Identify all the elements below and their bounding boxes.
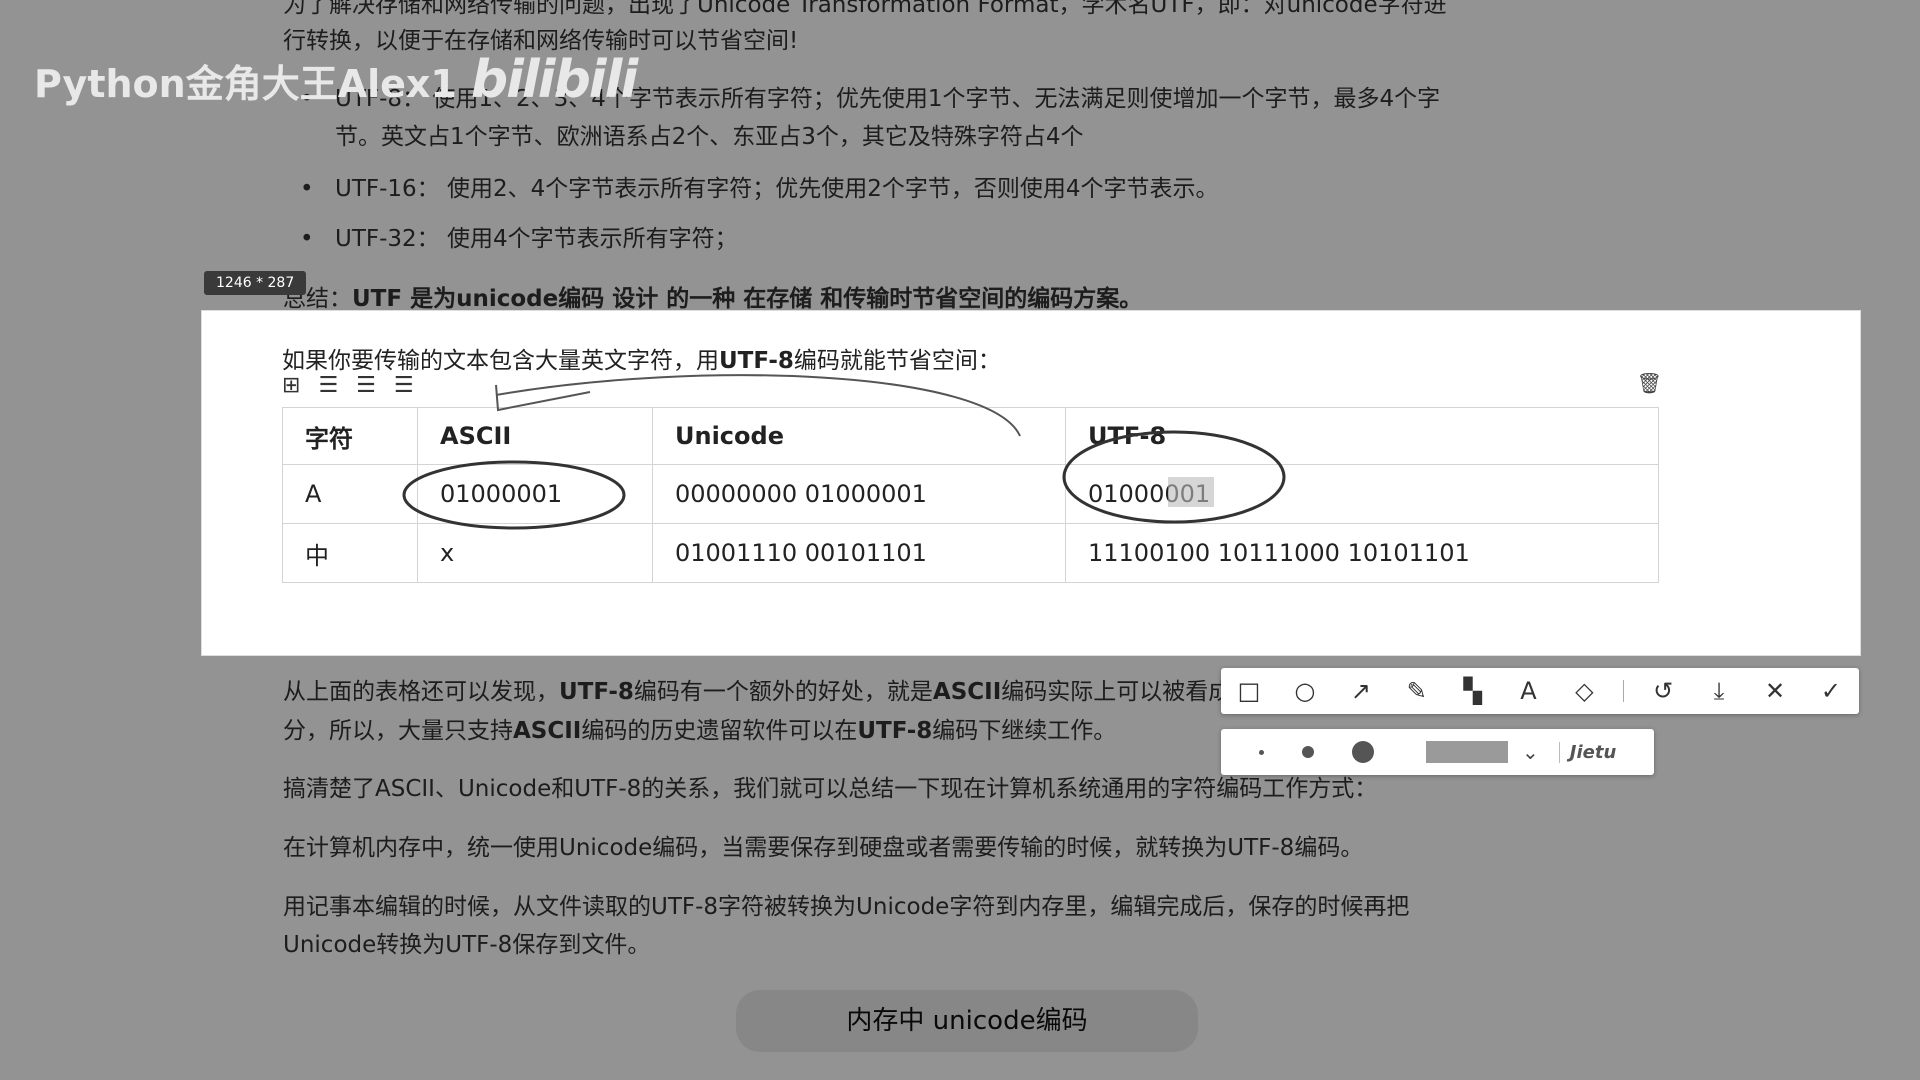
- size-small-option[interactable]: [1259, 749, 1264, 755]
- table-row: A 01000001 00000000 01000001 01000001: [282, 464, 1659, 524]
- header-ascii: ASCII: [417, 407, 653, 465]
- header-unicode: Unicode: [652, 407, 1066, 465]
- text-tool-icon[interactable]: A: [1511, 677, 1545, 705]
- bilibili-logo: bilibili: [470, 50, 638, 110]
- close-icon[interactable]: ✕: [1758, 677, 1792, 705]
- header-utf8: UTF-8: [1065, 407, 1659, 465]
- mosaic-tool-icon[interactable]: ▚: [1456, 677, 1490, 705]
- para-after-2: 分，所以，大量只支持ASCII编码的历史遗留软件可以在UTF-8编码下继续工作。: [283, 718, 1117, 744]
- chevron-down-icon[interactable]: ⌄: [1522, 740, 1539, 764]
- bullet-utf16: UTF-16： 使用2、4个字节表示所有字符；优先使用2个字节，否则使用4个字节…: [300, 170, 1680, 208]
- bullet-utf32: UTF-32： 使用4个字节表示所有字符；: [300, 220, 1680, 258]
- color-swatch[interactable]: [1426, 741, 1508, 763]
- ellipse-tool-icon[interactable]: ○: [1288, 677, 1322, 705]
- header-char: 字符: [282, 407, 418, 465]
- capture-size-label: 1246 * 287: [204, 271, 307, 295]
- align-right-icon[interactable]: ☰: [394, 373, 414, 398]
- align-center-icon[interactable]: ☰: [356, 373, 376, 398]
- para-5-line-1: 用记事本编辑的时候，从文件读取的UTF-8字符被转换为Unicode字符到内存里…: [283, 894, 1410, 920]
- para-5-line-2: Unicode转换为UTF-8保存到文件。: [283, 932, 651, 958]
- flow-box-memory-unicode: 内存中 unicode编码: [736, 990, 1198, 1052]
- capture-selection[interactable]: 如果你要传输的文本包含大量英文字符，用UTF-8编码就能节省空间： ⊞ ☰ ☰ …: [202, 311, 1860, 655]
- bilibili-watermark: Python金角大王Alex1 bilibili: [34, 50, 638, 110]
- table-header-row: 字符 ASCII Unicode UTF-8: [282, 407, 1659, 465]
- pen-tool-icon[interactable]: ✎: [1400, 677, 1434, 705]
- pen-options-bar: ⌄ Jietu: [1221, 729, 1654, 775]
- para-3: 搞清楚了ASCII、Unicode和UTF-8的关系，我们就可以总结一下现在计算…: [283, 776, 1378, 802]
- para-4: 在计算机内存中，统一使用Unicode编码，当需要保存到硬盘或者需要传输的时候，…: [283, 835, 1364, 861]
- encoding-table: 字符 ASCII Unicode UTF-8 A 01000001 000000…: [282, 407, 1659, 583]
- toolbar-divider: [1623, 680, 1625, 702]
- intro-line-1: 为了解决存储和网络传输的问题，出现了Unicode Transformation…: [283, 0, 1447, 18]
- arrow-tool-icon[interactable]: ↗: [1344, 677, 1378, 705]
- download-icon[interactable]: ⤓: [1702, 677, 1736, 705]
- capture-sentence: 如果你要传输的文本包含大量英文字符，用UTF-8编码就能节省空间：: [282, 348, 1001, 374]
- table-row: 中 x 01001110 00101101 11100100 10111000 …: [282, 523, 1659, 583]
- table-tools: ⊞ ☰ ☰ ☰: [282, 373, 414, 398]
- undo-icon[interactable]: ↺: [1646, 677, 1680, 705]
- screenshot-toolbar: □ ○ ↗ ✎ ▚ A ◇ ↺ ⤓ ✕ ✓: [1221, 668, 1859, 714]
- eraser-tool-icon[interactable]: ◇: [1567, 677, 1601, 705]
- trash-icon[interactable]: 🗑: [1637, 371, 1662, 395]
- confirm-icon[interactable]: ✓: [1814, 677, 1848, 705]
- grid-icon[interactable]: ⊞: [282, 373, 300, 398]
- size-medium-option[interactable]: [1302, 746, 1314, 758]
- align-left-icon[interactable]: ☰: [318, 373, 338, 398]
- para-after-1: 从上面的表格还可以发现，UTF-8编码有一个额外的好处，就是ASCII编码实际上…: [283, 679, 1223, 705]
- size-large-option[interactable]: [1352, 741, 1374, 763]
- rectangle-tool-icon[interactable]: □: [1232, 677, 1266, 705]
- jietu-brand: Jietu: [1558, 741, 1616, 763]
